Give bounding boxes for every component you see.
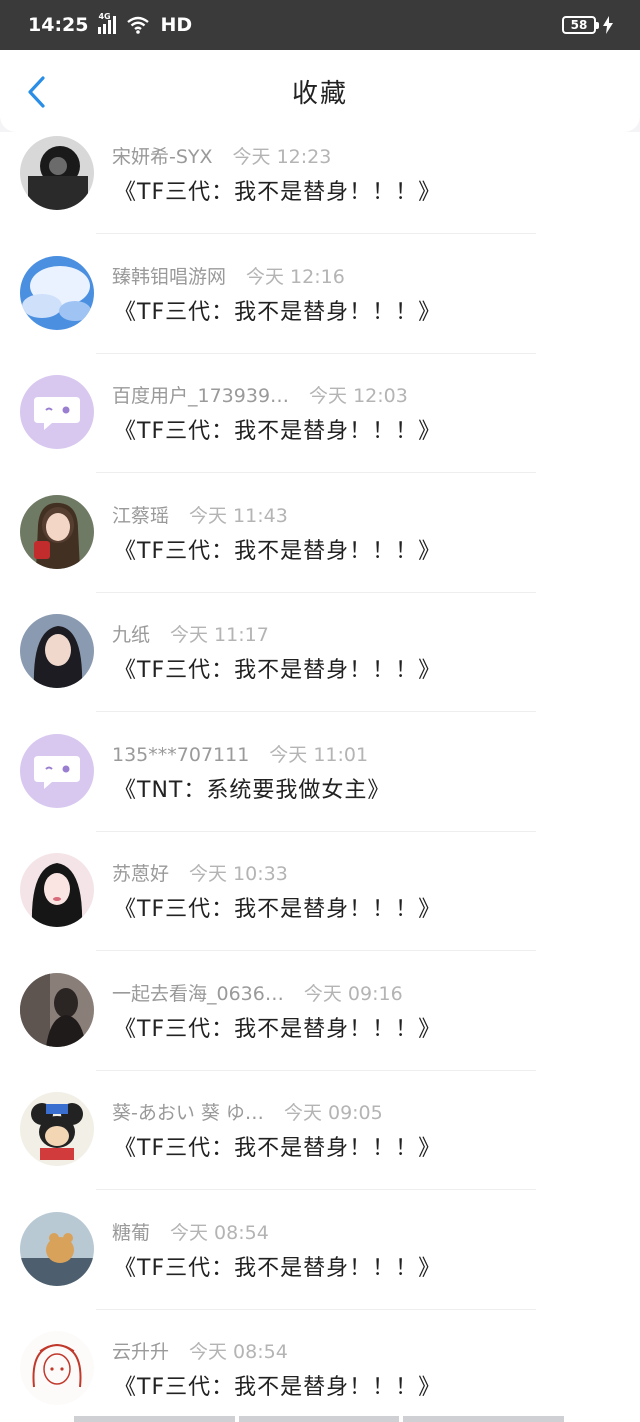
favorite-title[interactable]: 《TF三代：我不是替身！！！》: [114, 413, 441, 445]
favorite-title[interactable]: 《TF三代：我不是替身！！！》: [114, 174, 441, 206]
favorite-item[interactable]: 宋妍希-SYX 今天 12:23 《TF三代：我不是替身！！！》: [0, 132, 640, 252]
back-button[interactable]: [22, 76, 50, 108]
divider: [96, 472, 536, 473]
user-name[interactable]: 宋妍希-SYX: [112, 142, 213, 169]
timestamp: 今天 11:43: [189, 504, 288, 527]
avatar[interactable]: [20, 733, 94, 808]
divider: [96, 1189, 536, 1190]
timestamp: 今天 12:23: [232, 146, 332, 168]
favorite-title[interactable]: 《TF三代：我不是替身！！！》: [114, 533, 441, 565]
favorite-item[interactable]: 九纸 今天 11:17 《TF三代：我不是替身！！！》: [0, 610, 640, 730]
avatar[interactable]: [20, 853, 94, 927]
avatar[interactable]: [20, 614, 94, 688]
favorite-item[interactable]: 江蔡瑶 今天 11:43 《TF三代：我不是替身！！！》: [0, 491, 640, 611]
user-name[interactable]: 一起去看海_0636…: [112, 979, 284, 1006]
divider: [96, 711, 536, 712]
favorite-title[interactable]: 《TNT：系统要我做女主》: [114, 772, 390, 804]
timestamp: 今天 11:01: [269, 743, 369, 766]
timestamp: 今天 10:33: [189, 863, 288, 885]
favorite-item[interactable]: 云升升 今天 08:54 《TF三代：我不是替身！！！》: [0, 1327, 640, 1422]
status-bar: 14:25 4G HD 58: [0, 0, 640, 50]
favorite-item[interactable]: 糖葡 今天 08:54 《TF三代：我不是替身！！！》: [0, 1208, 640, 1328]
avatar[interactable]: [20, 1331, 94, 1405]
page-title: 收藏: [291, 78, 348, 109]
favorite-title[interactable]: 《TF三代：我不是替身！！！》: [114, 1250, 441, 1282]
user-name[interactable]: 臻韩钼唱游网: [112, 262, 226, 289]
user-name[interactable]: 云升升: [112, 1337, 169, 1364]
favorite-item[interactable]: 一起去看海_0636… 今天 09:16 《TF三代：我不是替身！！！》: [0, 969, 640, 1089]
battery-icon: 58: [562, 16, 599, 34]
avatar[interactable]: [20, 136, 94, 210]
favorite-title[interactable]: 《TF三代：我不是替身！！！》: [114, 294, 441, 326]
divider: [96, 1308, 536, 1310]
user-name[interactable]: 九纸: [112, 620, 150, 647]
favorite-title[interactable]: 《TF三代：我不是替身！！！》: [114, 1011, 441, 1043]
divider: [96, 1069, 536, 1071]
divider: [96, 352, 536, 354]
wifi-icon: [127, 16, 150, 34]
divider: [96, 233, 536, 234]
timestamp: 今天 08:54: [189, 1341, 288, 1363]
divider: [96, 950, 536, 951]
favorite-title[interactable]: 《TF三代：我不是替身！！！》: [114, 1369, 441, 1401]
avatar[interactable]: [20, 1211, 94, 1286]
avatar[interactable]: [20, 375, 94, 449]
user-name[interactable]: 葵-あおい 葵 ゆ…: [112, 1098, 264, 1125]
user-name[interactable]: 百度用户_173939…: [112, 381, 289, 408]
timestamp: 今天 12:03: [309, 385, 408, 407]
favorite-title[interactable]: 《TF三代：我不是替身！！！》: [114, 652, 441, 684]
avatar[interactable]: [20, 255, 94, 330]
chevron-left-icon: [28, 76, 45, 108]
favorite-item[interactable]: 臻韩钼唱游网 今天 12:16 《TF三代：我不是替身！！！》: [0, 252, 640, 372]
timestamp: 今天 09:05: [283, 1102, 383, 1124]
divider: [96, 830, 536, 832]
avatar[interactable]: [20, 494, 94, 569]
hd-indicator: HD: [160, 14, 193, 36]
timestamp: 今天 11:17: [170, 624, 269, 646]
user-name[interactable]: 糖葡: [112, 1218, 150, 1245]
favorite-title[interactable]: 《TF三代：我不是替身！！！》: [114, 1130, 441, 1162]
favorite-item[interactable]: 葵-あおい 葵 ゆ… 今天 09:05 《TF三代：我不是替身！！！》: [0, 1088, 640, 1208]
charging-icon: [603, 16, 613, 34]
user-name[interactable]: 江蔡瑶: [112, 501, 169, 528]
avatar[interactable]: [20, 1092, 94, 1166]
cellular-signal-icon: 4G: [98, 12, 117, 34]
user-name[interactable]: 135***707111: [112, 744, 249, 766]
timestamp: 今天 08:54: [170, 1221, 269, 1244]
avatar[interactable]: [20, 972, 94, 1047]
favorite-item[interactable]: 百度用户_173939… 今天 12:03 《TF三代：我不是替身！！！》: [0, 371, 640, 491]
bottom-nav-strip: [74, 1416, 565, 1422]
favorite-item[interactable]: 135***707111 今天 11:01 《TNT：系统要我做女主》: [0, 730, 640, 850]
user-name[interactable]: 苏蒽好: [112, 859, 169, 886]
timestamp: 今天 09:16: [303, 982, 403, 1005]
divider: [96, 591, 536, 593]
timestamp: 今天 12:16: [246, 265, 345, 288]
status-time: 14:25: [28, 14, 89, 36]
favorite-item[interactable]: 苏蒽好 今天 10:33 《TF三代：我不是替身！！！》: [0, 849, 640, 969]
favorites-list: 宋妍希-SYX 今天 12:23 《TF三代：我不是替身！！！》 臻韩钼唱游网 今天 1…: [0, 132, 640, 1422]
header: 收藏: [0, 50, 640, 132]
favorite-title[interactable]: 《TF三代：我不是替身！！！》: [114, 891, 441, 923]
